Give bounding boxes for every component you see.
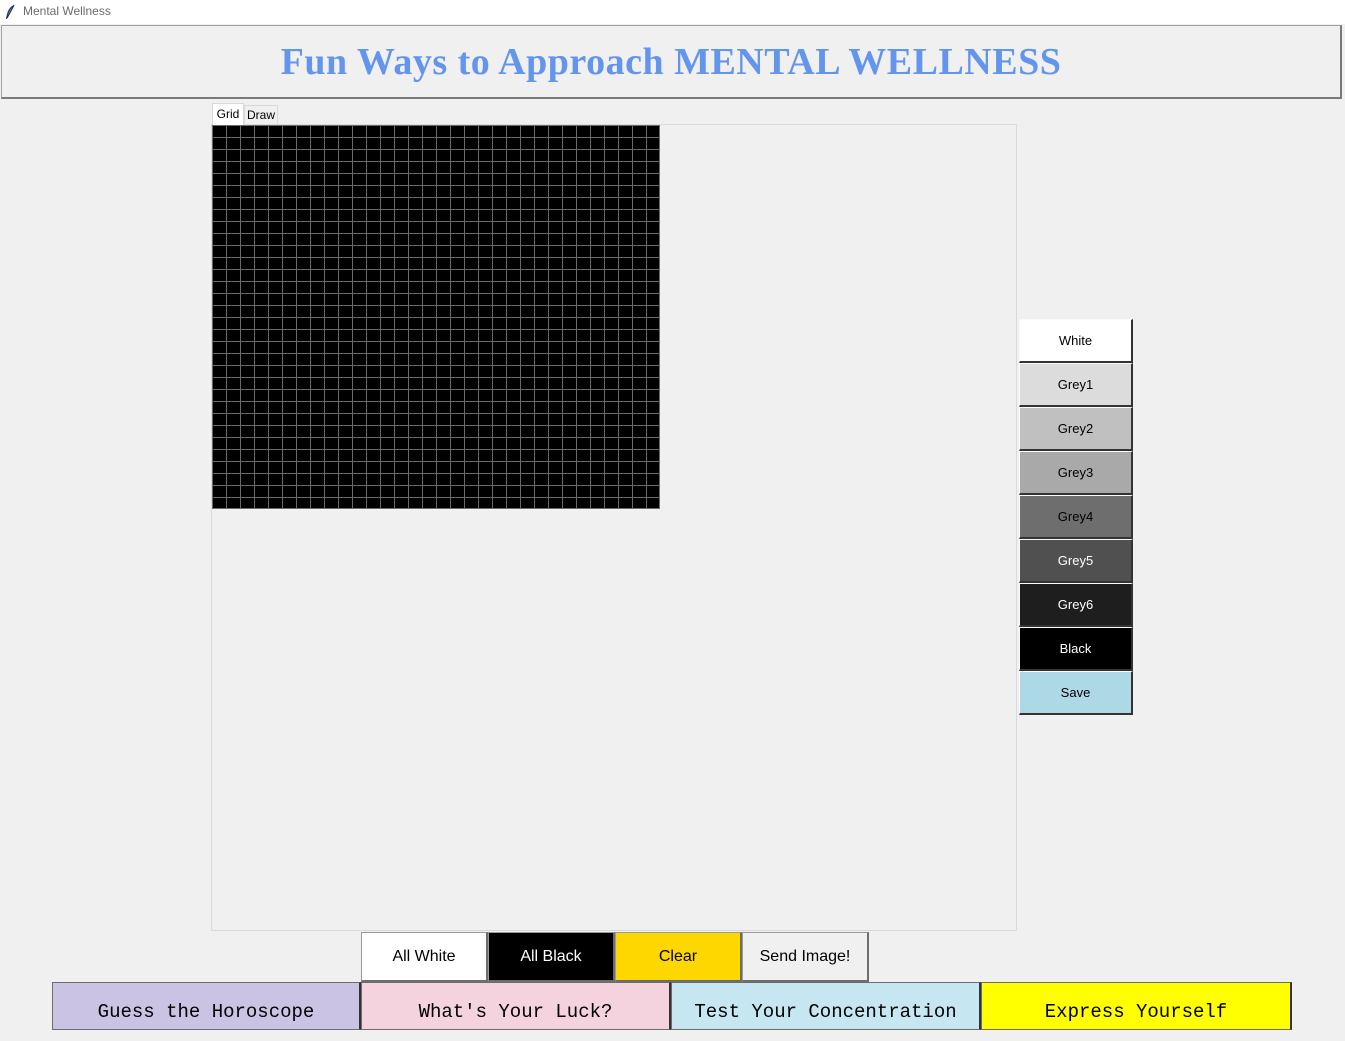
- all-white-button[interactable]: All White: [361, 932, 488, 982]
- color-grey5-button[interactable]: Grey5: [1019, 539, 1133, 583]
- send-image-button[interactable]: Send Image!: [742, 932, 869, 982]
- color-white-button[interactable]: White: [1019, 319, 1133, 363]
- nav-express-yourself[interactable]: Express Yourself: [981, 982, 1292, 1030]
- nav-test-concentration[interactable]: Test Your Concentration: [671, 982, 981, 1030]
- grid-action-bar: All White All Black Clear Send Image!: [361, 932, 869, 982]
- feather-icon: [6, 4, 15, 19]
- tab-draw[interactable]: Draw: [244, 105, 278, 124]
- header-banner: Fun Ways to Approach MENTAL WELLNESS: [1, 25, 1342, 99]
- color-grey4-button[interactable]: Grey4: [1019, 495, 1133, 539]
- window-titlebar: Mental Wellness: [0, 0, 1345, 24]
- all-black-button[interactable]: All Black: [488, 932, 615, 982]
- color-grey2-button[interactable]: Grey2: [1019, 407, 1133, 451]
- nav-guess-horoscope[interactable]: Guess the Horoscope: [52, 982, 361, 1030]
- page-title: Fun Ways to Approach MENTAL WELLNESS: [280, 40, 1062, 83]
- color-palette: White Grey1 Grey2 Grey3 Grey4 Grey5 Grey…: [1019, 319, 1133, 715]
- color-black-button[interactable]: Black: [1019, 627, 1133, 671]
- color-grey6-button[interactable]: Grey6: [1019, 583, 1133, 627]
- clear-button[interactable]: Clear: [615, 932, 742, 982]
- color-grey3-button[interactable]: Grey3: [1019, 451, 1133, 495]
- nav-whats-your-luck[interactable]: What's Your Luck?: [361, 982, 671, 1030]
- tab-grid[interactable]: Grid: [212, 103, 244, 125]
- save-button[interactable]: Save: [1019, 671, 1133, 715]
- pixel-grid-canvas[interactable]: [212, 125, 660, 509]
- bottom-navigation: Guess the Horoscope What's Your Luck? Te…: [52, 982, 1292, 1030]
- color-grey1-button[interactable]: Grey1: [1019, 363, 1133, 407]
- window-title: Mental Wellness: [23, 4, 111, 18]
